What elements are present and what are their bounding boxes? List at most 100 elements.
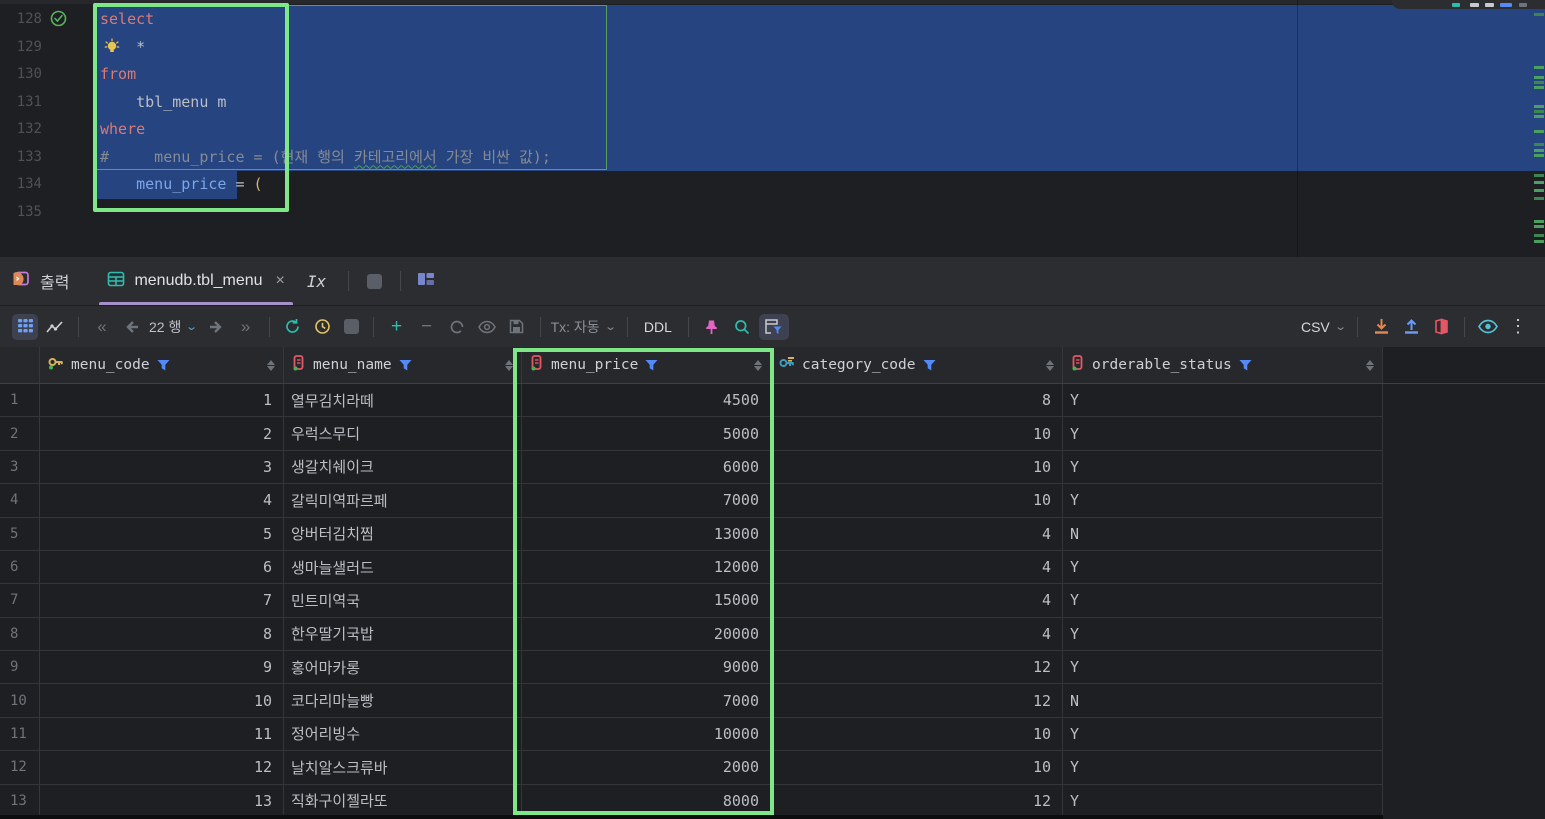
- row-number[interactable]: 7: [0, 584, 40, 618]
- search-icon[interactable]: [729, 314, 755, 340]
- row-count-label[interactable]: 22 행: [149, 317, 181, 337]
- cell[interactable]: N: [1063, 684, 1383, 718]
- row-number[interactable]: 2: [0, 417, 40, 451]
- compare-icon[interactable]: [1428, 314, 1454, 340]
- cell[interactable]: 1: [40, 384, 284, 418]
- row-number[interactable]: 8: [0, 617, 40, 651]
- cell[interactable]: 5: [40, 517, 284, 551]
- column-header-orderable_status[interactable]: orderable_status: [1063, 347, 1383, 383]
- cell[interactable]: Y: [1063, 717, 1383, 752]
- editor-gutter[interactable]: 128 129 130 131 132 133 134 135: [0, 0, 95, 220]
- upload-icon[interactable]: [1398, 314, 1424, 340]
- table-filter-icon[interactable]: [758, 313, 789, 340]
- stop-icon[interactable]: [343, 319, 359, 334]
- cell[interactable]: 12: [771, 651, 1063, 685]
- cell[interactable]: 4: [771, 550, 1063, 585]
- cell[interactable]: Y: [1063, 584, 1383, 618]
- cell[interactable]: Y: [1063, 450, 1383, 485]
- cell[interactable]: 생갈치쉐이크: [284, 450, 522, 485]
- data-grid[interactable]: menu_code menu_name menu_price category_…: [0, 347, 1545, 819]
- cell[interactable]: 날치알스크류바: [284, 751, 522, 785]
- sort-icon[interactable]: [505, 359, 513, 371]
- cell[interactable]: Y: [1063, 417, 1383, 451]
- cell[interactable]: 7: [40, 584, 284, 618]
- cell[interactable]: 10: [771, 717, 1063, 752]
- next-page-icon[interactable]: [203, 314, 229, 340]
- cell[interactable]: N: [1063, 517, 1383, 551]
- close-icon[interactable]: ×: [276, 272, 285, 290]
- ddl-button[interactable]: DDL: [644, 319, 672, 335]
- first-page-icon[interactable]: «: [89, 314, 115, 340]
- sort-icon[interactable]: [267, 359, 275, 371]
- row-number[interactable]: 9: [0, 651, 40, 685]
- cell[interactable]: 10: [771, 417, 1063, 451]
- row-number[interactable]: 13: [0, 784, 40, 818]
- download-icon[interactable]: [1368, 314, 1394, 340]
- cell[interactable]: 10: [771, 751, 1063, 785]
- grid-view-icon[interactable]: [12, 313, 38, 340]
- row-number[interactable]: 4: [0, 484, 40, 518]
- cell[interactable]: 생마늘샐러드: [284, 550, 522, 585]
- row-number[interactable]: 11: [0, 717, 40, 752]
- row-number[interactable]: 10: [0, 684, 40, 718]
- pin-icon[interactable]: [699, 314, 725, 340]
- layout-icon[interactable]: [417, 271, 435, 292]
- filter-funnel-icon[interactable]: [923, 359, 936, 372]
- cell[interactable]: 10: [771, 450, 1063, 485]
- row-number[interactable]: 5: [0, 517, 40, 551]
- row-number[interactable]: 1: [0, 384, 40, 418]
- cell[interactable]: 12: [771, 684, 1063, 718]
- delete-row-icon[interactable]: −: [414, 314, 440, 340]
- cell[interactable]: 4: [771, 584, 1063, 618]
- cell[interactable]: Y: [1063, 484, 1383, 518]
- prev-page-icon[interactable]: [119, 314, 145, 340]
- add-row-icon[interactable]: +: [384, 314, 410, 340]
- filter-funnel-icon[interactable]: [157, 359, 170, 372]
- ix-label[interactable]: Ix: [307, 272, 326, 291]
- column-header-menu_name[interactable]: menu_name: [284, 347, 522, 383]
- statement-ok-check-icon[interactable]: [50, 10, 67, 32]
- chevron-down-icon[interactable]: ⌄: [186, 320, 199, 333]
- cell[interactable]: 13: [40, 784, 284, 818]
- row-number[interactable]: 12: [0, 751, 40, 785]
- cell[interactable]: 직화구이젤라또: [284, 784, 522, 818]
- tx-mode-label[interactable]: Tx: 자동: [551, 317, 600, 337]
- save-icon[interactable]: [504, 314, 530, 340]
- cell[interactable]: 12: [771, 784, 1063, 818]
- cell[interactable]: 4: [771, 517, 1063, 551]
- cell[interactable]: 8: [771, 384, 1063, 418]
- cell[interactable]: 10: [40, 684, 284, 718]
- cell[interactable]: 11: [40, 717, 284, 752]
- tab-output[interactable]: 출력: [0, 257, 81, 305]
- preview-icon[interactable]: [474, 314, 500, 340]
- filter-funnel-icon[interactable]: [399, 359, 412, 372]
- row-number[interactable]: 6: [0, 550, 40, 585]
- last-page-icon[interactable]: »: [233, 314, 259, 340]
- cell[interactable]: 한우딸기국밥: [284, 617, 522, 651]
- column-header-category_code[interactable]: category_code: [771, 347, 1063, 383]
- cell[interactable]: 9: [40, 651, 284, 685]
- cell[interactable]: 우럭스무디: [284, 417, 522, 451]
- sort-icon[interactable]: [1366, 359, 1374, 371]
- sort-icon[interactable]: [1046, 359, 1054, 371]
- cell[interactable]: 8: [40, 617, 284, 651]
- cell[interactable]: 홍어마카롱: [284, 651, 522, 685]
- cell[interactable]: 4: [40, 484, 284, 518]
- kebab-menu-icon[interactable]: ⋮: [1505, 314, 1531, 340]
- cell[interactable]: 갈릭미역파르페: [284, 484, 522, 518]
- chevron-down-icon[interactable]: ⌄: [1334, 320, 1347, 333]
- revert-icon[interactable]: [444, 314, 470, 340]
- sql-editor[interactable]: 128 129 130 131 132 133 134 135 select * from tb…: [0, 0, 1545, 257]
- column-header-menu_code[interactable]: menu_code: [40, 347, 284, 383]
- cell[interactable]: Y: [1063, 550, 1383, 585]
- refresh-icon[interactable]: [280, 314, 306, 340]
- row-number[interactable]: 3: [0, 450, 40, 485]
- cell[interactable]: 12: [40, 751, 284, 785]
- stop-icon[interactable]: [367, 273, 383, 289]
- cell[interactable]: Y: [1063, 751, 1383, 785]
- chart-view-icon[interactable]: [42, 314, 68, 340]
- cell[interactable]: 3: [40, 450, 284, 485]
- cell[interactable]: Y: [1063, 651, 1383, 685]
- chevron-down-icon[interactable]: ⌄: [604, 320, 617, 333]
- history-icon[interactable]: [310, 314, 336, 340]
